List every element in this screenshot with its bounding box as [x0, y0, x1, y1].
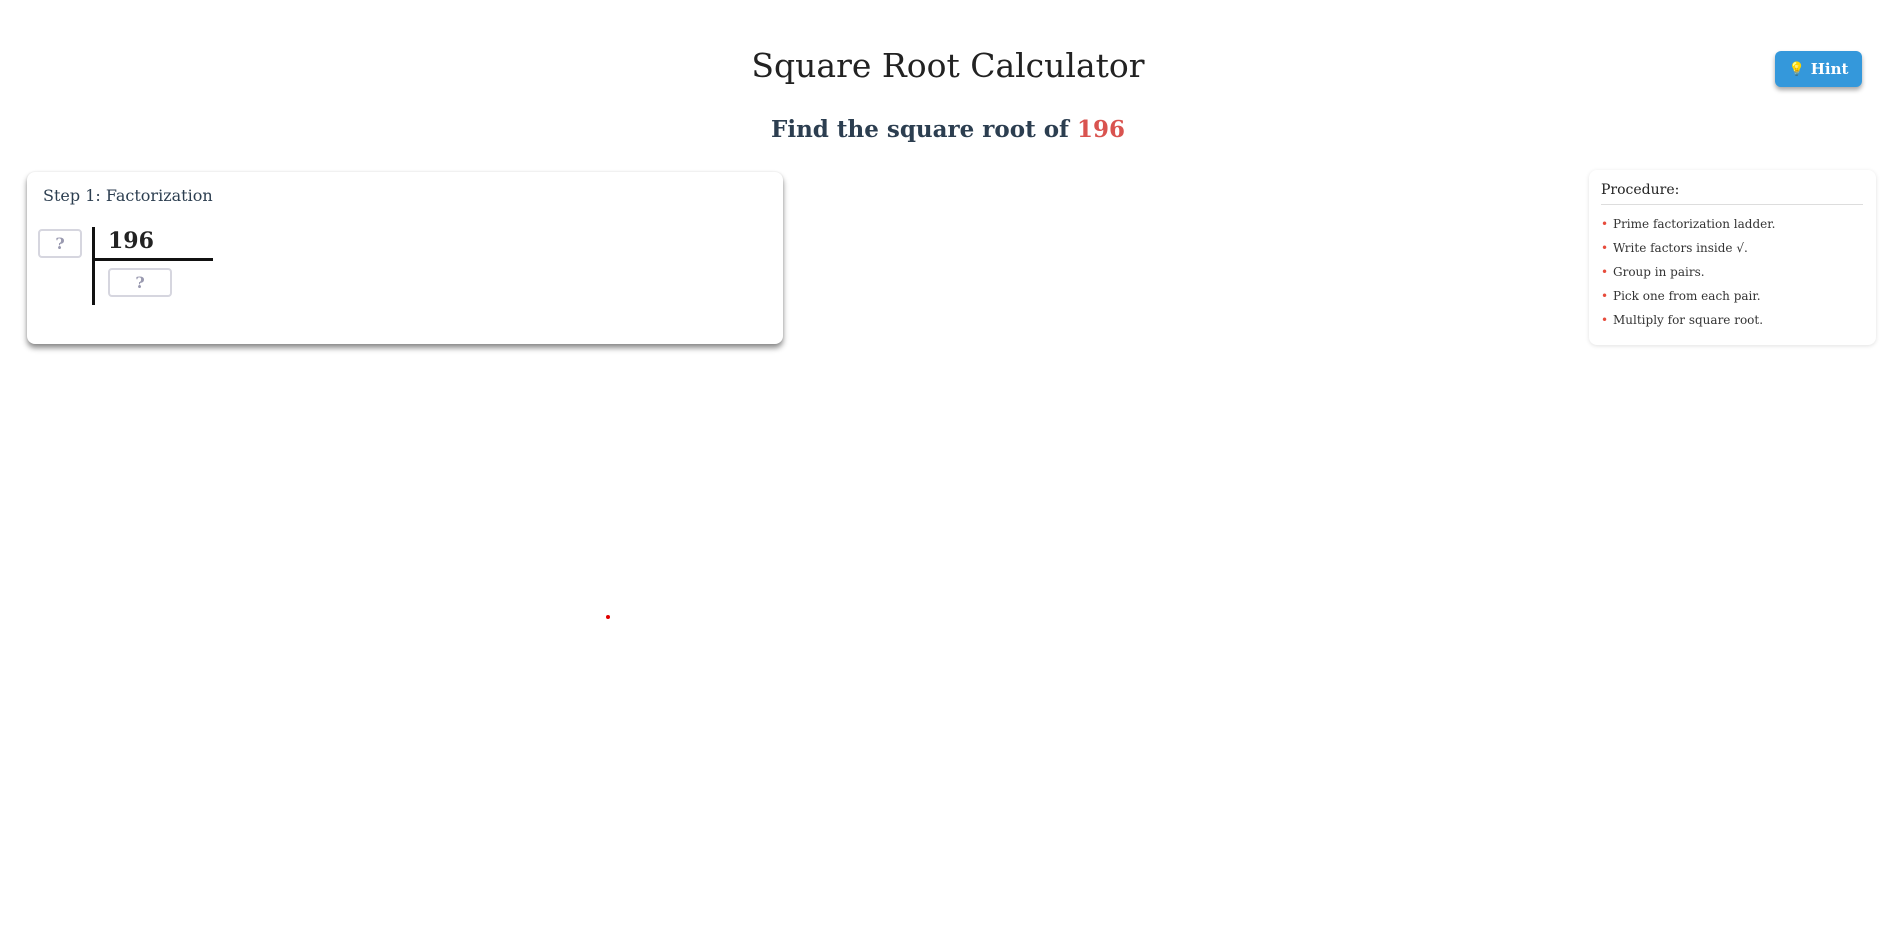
ladder-vertical-line — [92, 227, 95, 305]
dividend-value: 196 — [108, 228, 154, 254]
procedure-item: • Pick one from each pair. — [1601, 287, 1775, 311]
step-title: Step 1: Factorization — [43, 186, 213, 205]
bullet-icon: • — [1601, 313, 1609, 327]
question-heading: Find the square root of 196 — [0, 116, 1896, 143]
bullet-icon: • — [1601, 289, 1609, 303]
ladder-horizontal-line — [92, 258, 213, 261]
hint-label: Hint — [1810, 60, 1849, 78]
procedure-item: • Write factors inside √. — [1601, 239, 1775, 263]
factorization-card: Step 1: Factorization 196 — [27, 172, 783, 344]
bullet-icon: • — [1601, 217, 1609, 231]
procedure-item: • Group in pairs. — [1601, 263, 1775, 287]
lightbulb-icon: 💡 — [1788, 61, 1805, 77]
procedure-item-text: Prime factorization ladder. — [1613, 217, 1776, 231]
procedure-title: Procedure: — [1601, 182, 1863, 205]
question-prefix: Find the square root of — [771, 116, 1069, 143]
procedure-item-text: Pick one from each pair. — [1613, 289, 1761, 303]
procedure-item-text: Multiply for square root. — [1613, 313, 1764, 327]
question-number: 196 — [1076, 116, 1125, 143]
procedure-list: • Prime factorization ladder. • Write fa… — [1601, 215, 1775, 335]
page: Square Root Calculator 💡 Hint Find the s… — [0, 0, 1896, 937]
cursor-dot — [606, 615, 610, 619]
procedure-item-text: Group in pairs. — [1613, 265, 1705, 279]
page-title: Square Root Calculator — [751, 46, 1145, 85]
procedure-item: • Multiply for square root. — [1601, 311, 1775, 335]
procedure-item: • Prime factorization ladder. — [1601, 215, 1775, 239]
divisor-input[interactable] — [38, 229, 82, 258]
bullet-icon: • — [1601, 265, 1609, 279]
hint-button[interactable]: 💡 Hint — [1775, 51, 1862, 87]
quotient-input[interactable] — [108, 268, 172, 297]
procedure-item-text: Write factors inside √. — [1613, 241, 1748, 255]
bullet-icon: • — [1601, 241, 1609, 255]
procedure-panel: Procedure: • Prime factorization ladder.… — [1589, 170, 1876, 345]
